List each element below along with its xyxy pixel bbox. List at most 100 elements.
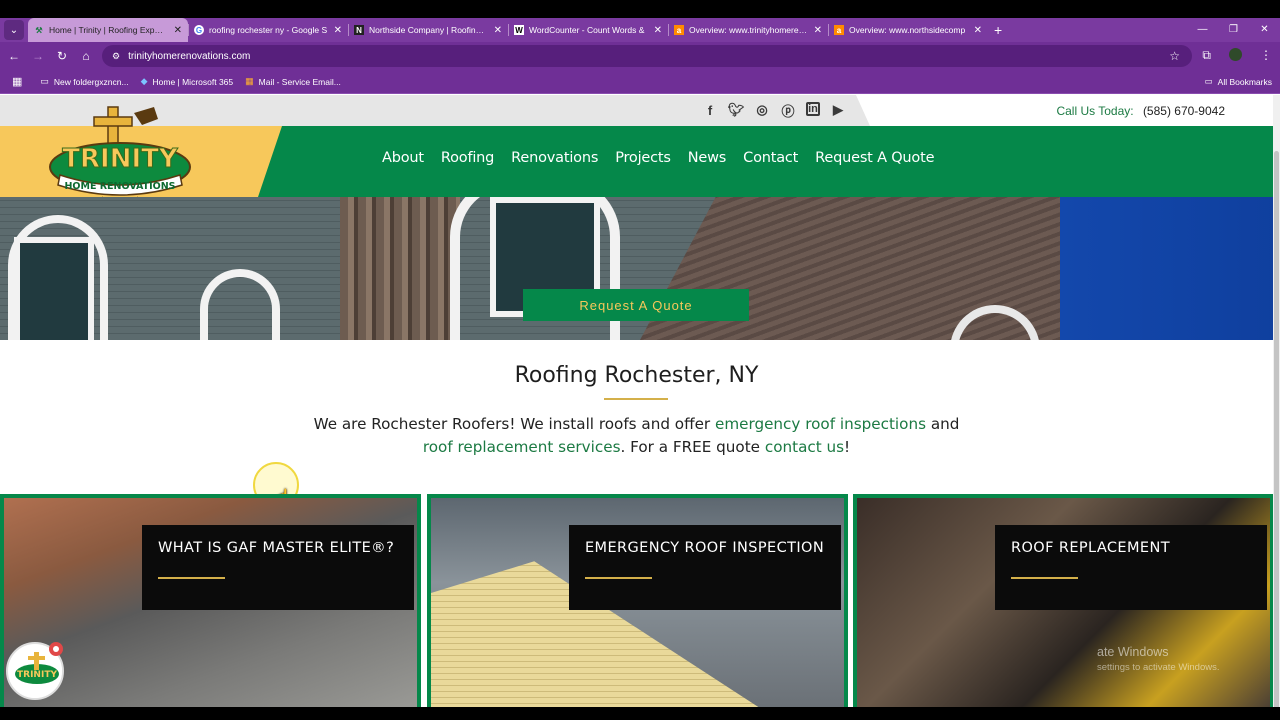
phone-number[interactable]: (585) 670-9042 [1143,104,1225,118]
restore-icon[interactable]: ❐ [1218,18,1249,42]
page-scrollbar[interactable] [1273,95,1280,711]
card-underline [1011,577,1078,579]
minimize-icon[interactable]: — [1187,18,1218,42]
intro-text: and [926,415,960,433]
back-icon[interactable]: ← [2,49,26,63]
youtube-icon[interactable]: ▶ [830,102,846,118]
tab-title: WordCounter - Count Words & [529,25,645,35]
twitter-icon[interactable]: 🐦︎ [728,102,745,118]
instagram-icon[interactable]: ◎ [754,102,770,118]
card-label: EMERGENCY ROOF INSPECTION [569,525,841,610]
folder-icon: ▭ [40,76,49,86]
bookmark-mail[interactable]: ▦ Mail - Service Email... [245,76,341,87]
web-page: f 🐦︎ ◎ ⓟ in ▶ Call Us Today: (585) 670-9… [0,95,1273,707]
nav-news[interactable]: News [688,150,727,166]
folder-icon: ▭ [1204,76,1213,86]
close-icon[interactable]: ✕ [494,25,502,36]
tab-trinity[interactable]: ⚒ Home | Trinity | Roofing Experts ✕ [28,18,188,42]
nav-renovations[interactable]: Renovations [511,150,598,166]
card-roof-replacement[interactable]: ROOF REPLACEMENT ate Windows settings to… [853,494,1273,707]
intro-text: ! [844,438,851,456]
facebook-icon[interactable]: f [702,102,718,118]
card-label: WHAT IS GAF MASTER ELITE®? [142,525,414,610]
intro-text: We are Rochester Roofers! We install roo… [313,415,715,433]
close-icon[interactable]: ✕ [974,25,982,36]
close-window-icon[interactable]: ✕ [1249,18,1280,42]
tab-ahrefs-trinity[interactable]: a Overview: www.trinityhomerenov ✕ [668,19,828,41]
card-underline [158,577,225,579]
notification-badge-icon [49,642,63,656]
title-underline [604,398,668,400]
all-bookmarks-label: All Bookmarks [1217,76,1272,87]
tab-title: Overview: www.trinityhomerenov [689,25,808,35]
chat-widget-text: TRINITY [17,670,57,680]
apps-grid-icon[interactable]: ▦ [12,75,22,88]
browser-tab-strip: ⌄ ⚒ Home | Trinity | Roofing Experts ✕ G… [0,18,1280,42]
social-links: f 🐦︎ ◎ ⓟ in ▶ [702,102,846,119]
card-title: ROOF REPLACEMENT [1011,540,1170,556]
link-roof-replacement[interactable]: roof replacement services [423,438,621,456]
hero-window-arch [200,269,280,340]
card-title: WHAT IS GAF MASTER ELITE®? [158,540,395,556]
home-icon[interactable]: ⌂ [74,49,98,63]
close-icon[interactable]: ✕ [174,25,182,36]
activate-windows-subtitle: settings to activate Windows. [1097,662,1220,673]
intro-text: . For a FREE quote [620,438,765,456]
extensions-icon[interactable]: ⧉ [1202,48,1211,63]
bookmark-star-icon[interactable]: ☆ [1169,49,1180,63]
close-icon[interactable]: ✕ [814,25,822,36]
profile-avatar-icon[interactable] [1229,48,1242,61]
card-underline [585,577,652,579]
hero-banner: Request A Quote [0,197,1273,340]
card-title: EMERGENCY ROOF INSPECTION [585,540,825,556]
pinterest-icon[interactable]: ⓟ [780,102,796,119]
reload-icon[interactable]: ↻ [50,49,74,63]
outlook-icon: ▦ [245,76,254,86]
microsoft365-icon: ◆ [140,76,148,86]
linkedin-icon[interactable]: in [806,102,820,116]
forward-icon[interactable]: → [26,49,50,63]
kebab-menu-icon[interactable]: ⋮ [1260,48,1272,63]
tab-wordcounter[interactable]: W WordCounter - Count Words & ✕ [508,19,668,41]
card-label: ROOF REPLACEMENT [995,525,1267,610]
tab-google[interactable]: G roofing rochester ny - Google S ✕ [188,19,348,41]
hero-window [14,237,94,340]
os-bottom-bar [0,707,1280,720]
nav-roofing[interactable]: Roofing [441,150,494,166]
site-info-icon[interactable]: ⚙ [112,51,120,62]
w-icon: W [514,25,524,35]
link-emergency-inspections[interactable]: emergency roof inspections [715,415,926,433]
link-contact-us[interactable]: contact us [765,438,844,456]
hero-request-quote-button[interactable]: Request A Quote [523,289,749,321]
address-bar[interactable]: ⚙ trinityhomerenovations.com ☆ [102,45,1192,67]
bookmark-folder[interactable]: ▭ New foldergxzncn... [40,76,128,87]
nav-about[interactable]: About [382,150,424,166]
card-emergency-inspection[interactable]: EMERGENCY ROOF INSPECTION [427,494,848,707]
main-nav: About Roofing Renovations Projects News … [382,150,951,166]
google-icon: G [194,25,204,35]
page-title: Roofing Rochester, NY [514,363,759,388]
chat-widget-cross-v [34,652,39,670]
logo-cross-horizontal [93,116,133,127]
close-icon[interactable]: ✕ [654,25,662,36]
all-bookmarks[interactable]: ▭ All Bookmarks [1205,76,1272,87]
new-tab-icon[interactable]: + [994,22,1002,38]
logo-hammer [134,107,158,125]
nav-request-quote[interactable]: Request A Quote [815,150,934,166]
intro-paragraph: We are Rochester Roofers! We install roo… [310,413,963,459]
close-icon[interactable]: ✕ [334,25,342,36]
nav-projects[interactable]: Projects [615,150,671,166]
tab-title: Overview: www.northsidecomp [849,25,966,35]
ahrefs-icon: a [674,25,684,35]
tab-ahrefs-northside[interactable]: a Overview: www.northsidecomp ✕ [828,19,988,41]
scrollbar-thumb[interactable] [1274,151,1279,711]
logo-subtext: HOME RENOVATIONS [64,181,175,192]
bookmark-microsoft365[interactable]: ◆ Home | Microsoft 365 [141,76,234,87]
tab-search-icon[interactable]: ⌄ [4,20,24,40]
tab-northside[interactable]: N Northside Company | Roofing & ✕ [348,19,508,41]
call-us: Call Us Today: (585) 670-9042 [1056,104,1225,118]
logo-text: TRINITY [62,144,179,174]
activate-windows-title: ate Windows [1097,645,1169,659]
os-top-bar [0,0,1280,18]
nav-contact[interactable]: Contact [743,150,798,166]
